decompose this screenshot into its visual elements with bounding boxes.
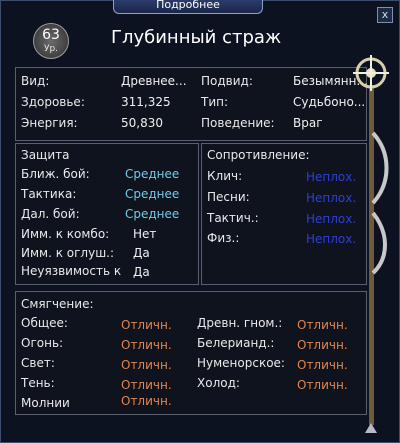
info-health-label: Здоровье: (21, 95, 85, 109)
mitigation-dwarf-value: Отличн. (297, 318, 348, 332)
defense-ranged-value: Среднее (125, 207, 180, 221)
level-badge: 63 Ур. (33, 23, 69, 59)
mitigation-dwarf-label: Древн. гном.: (197, 316, 283, 330)
info-type-label: Вид: (21, 74, 50, 88)
mitigation-fire-label: Огонь: (21, 336, 64, 350)
tab-details[interactable]: Подробнее (113, 0, 263, 14)
defense-combo-label: Имм. к комбо: (21, 227, 110, 241)
resistance-song-label: Песни: (207, 190, 250, 204)
resistance-title: Сопротивление: (207, 148, 310, 162)
mitigation-frost-label: Холод: (197, 376, 240, 390)
defense-stun-value: Да (133, 246, 150, 260)
mitigation-shadow-label: Тень: (21, 376, 55, 390)
mitigation-common-value: Отличн. (121, 318, 172, 332)
info-class-label: Тип: (201, 95, 229, 109)
mitigation-fire-value: Отличн. (121, 338, 172, 352)
mitigation-light-label: Свет: (21, 356, 55, 370)
info-energy-label: Энергия: (21, 116, 78, 130)
defense-tactical-value: Среднее (125, 187, 180, 201)
mitigation-shadow-value: Отличн. (121, 378, 172, 392)
mitigation-beleriand-value: Отличн. (297, 338, 348, 352)
level-number: 63 (42, 27, 60, 43)
defense-melee-label: Ближ. бой: (21, 167, 90, 181)
defense-invuln-value: Да (133, 265, 150, 279)
resistance-cry-label: Клич: (207, 169, 243, 183)
defense-ranged-label: Дал. бой: (21, 207, 80, 221)
defense-tactical-label: Тактика: (21, 187, 77, 201)
mitigation-lightning-label: Молнии (21, 396, 70, 410)
defense-stun-label: Имм. к оглуш.: (21, 246, 115, 260)
info-health-value: 311,325 (121, 95, 171, 109)
resistance-physical-label: Физ.: (207, 231, 240, 245)
level-label: Ур. (43, 44, 59, 54)
mitigation-lightning-value: Отличн. (121, 394, 172, 408)
mitigation-common-label: Общее: (21, 316, 68, 330)
mob-name: Глубинный страж (111, 27, 282, 48)
mitigation-beleriand-label: Белерианд.: (197, 336, 275, 350)
info-behavior-label: Поведение: (201, 116, 275, 130)
mitigation-numenor-label: Нуменорское: (197, 356, 285, 370)
defense-combo-value: Нет (133, 227, 157, 241)
mitigation-numenor-value: Отличн. (297, 358, 348, 372)
info-energy-value: 50,830 (121, 116, 163, 130)
mitigation-frost-value: Отличн. (297, 378, 348, 392)
defense-title: Защита (21, 148, 70, 162)
mitigation-light-value: Отличн. (121, 358, 172, 372)
close-button[interactable]: x (377, 7, 393, 23)
staff-ornament-icon (353, 55, 389, 433)
info-type-value: Древнее... (121, 74, 187, 88)
info-subtype-label: Подвид: (201, 74, 253, 88)
defense-invuln-label: Неуязвимость к (21, 264, 122, 278)
resistance-tactical-label: Тактич.: (207, 211, 259, 225)
defense-melee-value: Среднее (125, 167, 180, 181)
mob-info-window: Подробнее x 63 Ур. Глубинный страж Вид: … (0, 0, 400, 443)
mitigation-title: Смягчение: (21, 297, 94, 311)
info-behavior-value: Враг (293, 116, 323, 130)
